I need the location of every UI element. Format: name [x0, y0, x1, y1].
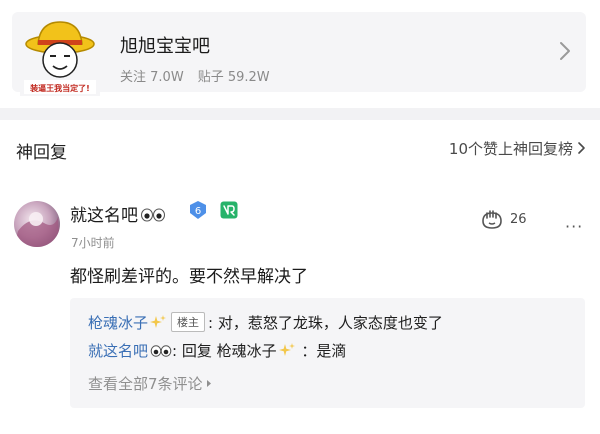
chevron-right-icon: [578, 142, 585, 154]
forum-card[interactable]: 装逼王我当定了! 旭旭宝宝吧 关注 7.0W 贴子 59.2W: [12, 12, 586, 96]
reply-box[interactable]: 枪魂冰子 楼主: 对，惹怒了龙珠，人家态度也变了 就这名吧: 回复 枪魂冰子 ：是…: [70, 298, 585, 408]
follow-count: 7.0W: [150, 70, 184, 85]
follow-label: 关注: [120, 70, 147, 85]
section-divider: [0, 108, 600, 120]
comment-body: 都怪刷差评的。要不然早解决了: [70, 267, 308, 287]
comment-time: 7小时前: [71, 236, 115, 250]
eyes-emoji-icon: [150, 345, 172, 357]
forum-name[interactable]: 旭旭宝宝吧: [120, 32, 210, 58]
triangle-right-icon: [206, 380, 211, 387]
like-count: 26: [510, 212, 527, 227]
view-all-label: 查看全部7条评论: [88, 375, 203, 393]
section-title: 神回复: [16, 143, 67, 163]
sparkle-icon: [278, 343, 295, 356]
eyes-emoji-icon: [141, 208, 165, 222]
more-options-icon[interactable]: ···: [565, 217, 583, 236]
level-badge-number: 6: [195, 206, 201, 217]
reply-text: 对，惹怒了龙珠，人家态度也变了: [217, 314, 443, 332]
sparkle-icon: [150, 315, 167, 328]
commenter-name-label: 就这名吧: [70, 206, 138, 226]
reply-item[interactable]: 枪魂冰子 楼主: 对，惹怒了龙珠，人家态度也变了: [88, 312, 443, 333]
forum-avatar-caption: 装逼王我当定了!: [29, 83, 90, 93]
commenter-name[interactable]: 就这名吧: [70, 201, 166, 226]
forum-avatar[interactable]: 装逼王我当定了!: [20, 16, 100, 96]
reply-username[interactable]: 枪魂冰子: [88, 314, 148, 332]
level-badge-icon: 6: [190, 201, 206, 219]
reply-target-username[interactable]: 枪魂冰子: [217, 342, 277, 360]
reply-separator: ：: [296, 342, 317, 360]
chevron-right-icon[interactable]: [558, 40, 572, 62]
hot-reply-ranking-label: 10个赞上神回复榜: [448, 140, 573, 158]
posts-count: 59.2W: [227, 70, 270, 85]
zodiac-badge-icon: [220, 201, 238, 219]
commenter-avatar[interactable]: [14, 201, 60, 247]
reply-item[interactable]: 就这名吧 : 回复 枪魂冰子 ：是滴: [88, 340, 346, 361]
forum-stats: 关注 7.0W 贴子 59.2W: [120, 66, 270, 85]
reply-text: 是滴: [316, 342, 347, 360]
agree-icon[interactable]: [480, 208, 504, 230]
reply-prefix: : 回复: [172, 342, 217, 360]
posts-label: 贴子: [197, 70, 224, 85]
hot-reply-ranking-link[interactable]: 10个赞上神回复榜: [449, 138, 586, 159]
reply-separator: :: [208, 314, 218, 332]
view-all-comments-link[interactable]: 查看全部7条评论: [88, 373, 212, 394]
reply-username[interactable]: 就这名吧: [88, 342, 148, 360]
thread-owner-tag: 楼主: [171, 312, 206, 332]
